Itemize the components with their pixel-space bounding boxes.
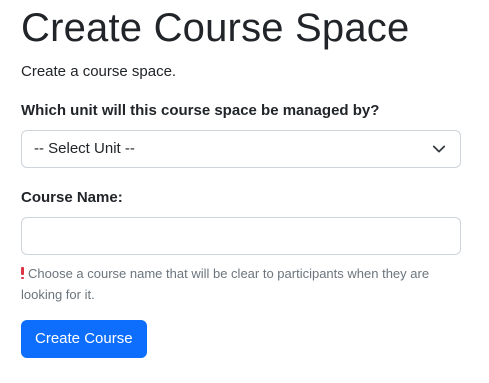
page-title: Create Course Space [21,6,410,50]
create-course-page: Create Course Space Create a course spac… [0,0,489,383]
course-name-help: Choose a course name that will be clear … [21,263,461,305]
unit-select-label: Which unit will this course space be man… [21,102,380,119]
chevron-down-icon [432,145,446,153]
course-name-help-text: Choose a course name that will be clear … [21,266,430,302]
page-subtitle: Create a course space. [21,63,177,80]
create-course-button[interactable]: Create Course [21,320,147,358]
exclamation-icon [21,267,24,279]
unit-select[interactable]: -- Select Unit -- [21,130,461,168]
unit-select-value: -- Select Unit -- [34,140,135,157]
course-name-label: Course Name: [21,189,123,206]
course-name-input[interactable] [21,217,461,255]
